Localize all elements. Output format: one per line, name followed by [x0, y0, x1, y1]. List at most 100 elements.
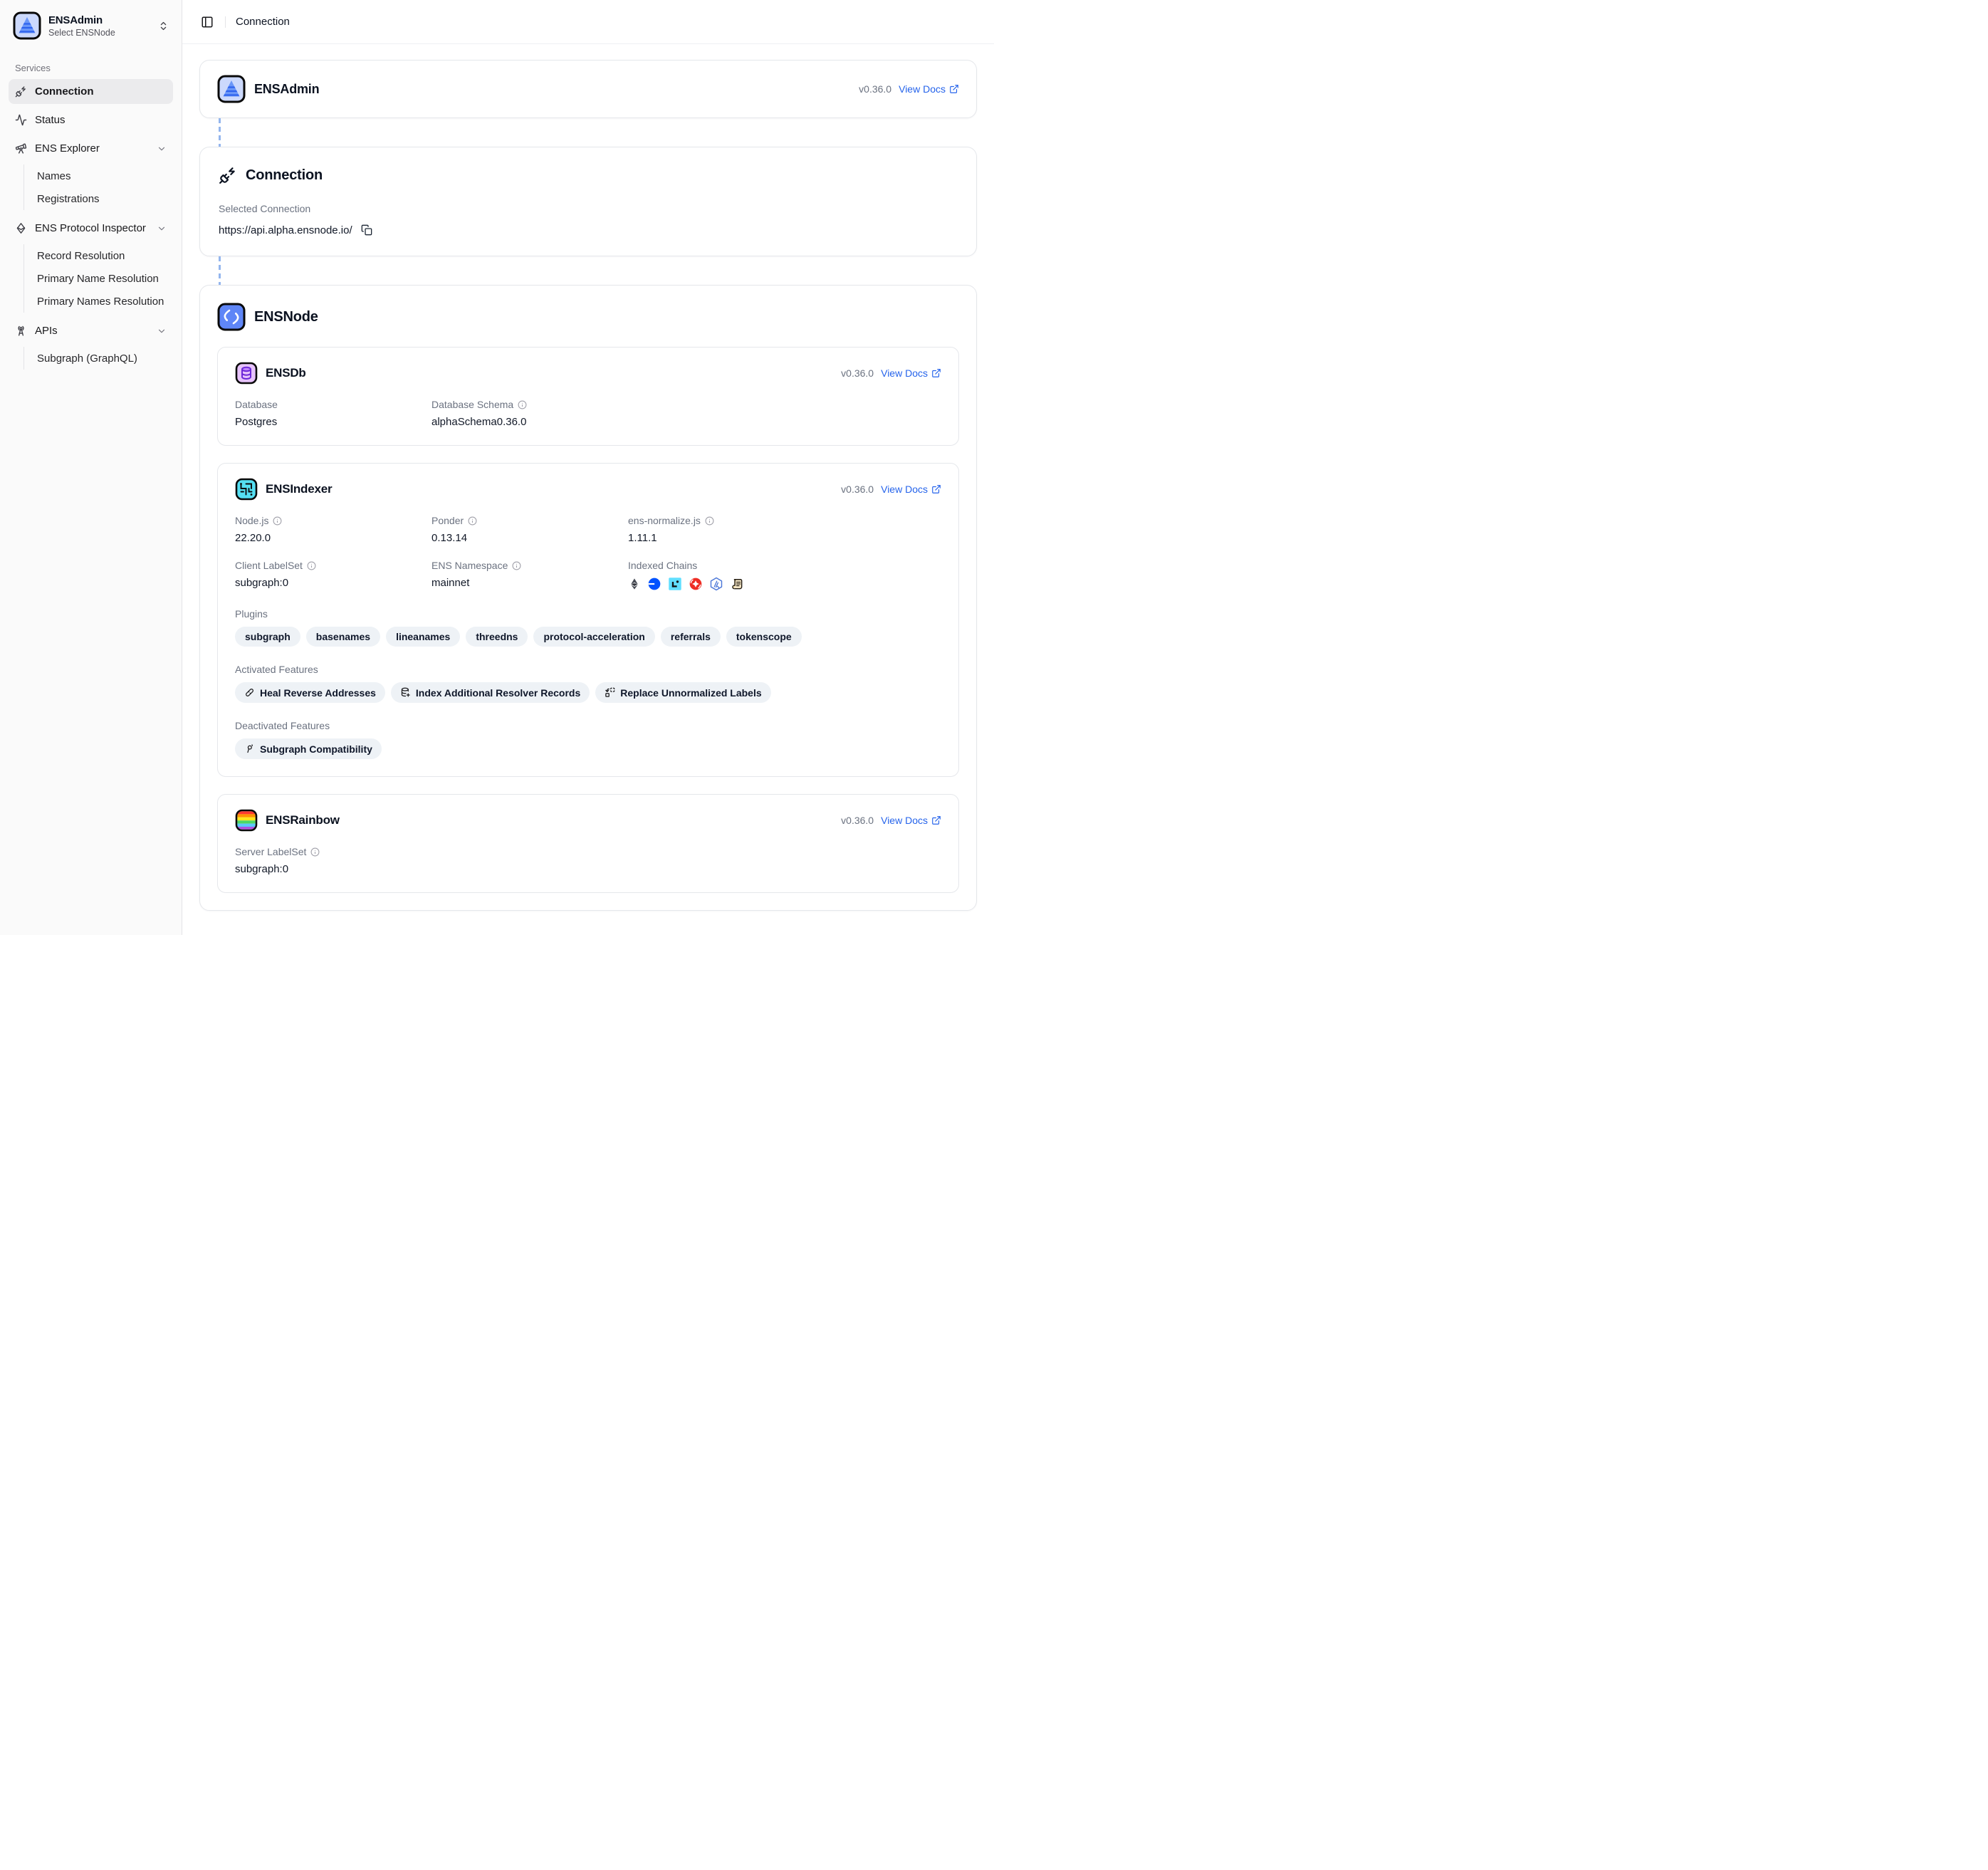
topbar: Connection — [182, 0, 994, 44]
selected-connection-label: Selected Connection — [219, 203, 958, 214]
plugin-badge: referrals — [661, 627, 721, 647]
plugin-badge: subgraph — [235, 627, 300, 647]
chain-base-icon — [647, 577, 661, 591]
sidebar-item-names[interactable]: Names — [24, 164, 173, 187]
view-docs-link[interactable]: View Docs — [899, 83, 959, 95]
external-link-icon — [931, 484, 941, 494]
deactivated-features-label: Deactivated Features — [235, 720, 941, 731]
sidebar-item-label: Connection — [35, 85, 94, 98]
replace-icon — [605, 687, 615, 698]
sidebar-item-label: ENS Explorer — [35, 142, 100, 155]
sidebar-item-record-resolution[interactable]: Record Resolution — [24, 244, 173, 267]
sidebar-item-apis[interactable]: APIs — [9, 318, 173, 343]
sidebar-item-ens-explorer[interactable]: ENS Explorer — [9, 136, 173, 161]
activated-features-label: Activated Features — [235, 664, 941, 675]
card-title: ENSNode — [254, 309, 318, 325]
feature-badge: Subgraph Compatibility — [235, 738, 382, 759]
chain-scroll-icon — [730, 577, 744, 591]
card-title: ENSDb — [266, 366, 306, 380]
sidebar-item-label: Status — [35, 114, 66, 126]
feature-badge: Heal Reverse Addresses — [235, 682, 385, 703]
ensdb-card: ENSDb v0.36.0 View Docs Database Postgre… — [217, 347, 959, 446]
plugin-badge: lineanames — [386, 627, 460, 647]
chain-arbitrum-icon — [709, 577, 723, 591]
view-docs-label: View Docs — [899, 83, 946, 95]
version-badge: v0.36.0 — [841, 367, 874, 379]
chain-icon-list — [628, 577, 941, 591]
plug-zap-icon — [219, 166, 237, 184]
ensadmin-logo — [217, 75, 246, 103]
field-ponder: Ponder 0.13.14 — [431, 515, 628, 544]
ens-explorer-sublist: Names Registrations — [23, 164, 173, 210]
card-title: ENSAdmin — [254, 82, 319, 97]
divider — [225, 16, 226, 28]
chain-linea-icon — [668, 577, 682, 591]
sidebar: ENSAdmin Select ENSNode Services Connect… — [0, 0, 182, 935]
chevrons-up-down-icon — [158, 21, 169, 31]
connector-line — [219, 256, 221, 285]
external-link-icon — [931, 368, 941, 378]
ensrainbow-card: ENSRainbow v0.36.0 View Docs Server Labe… — [217, 794, 959, 893]
plugin-badge: basenames — [306, 627, 380, 647]
app-name: ENSAdmin — [48, 14, 151, 26]
external-link-icon — [931, 815, 941, 825]
sidebar-item-label: ENS Protocol Inspector — [35, 222, 146, 234]
chevron-down-icon — [157, 144, 167, 154]
main-area: Connection ENSAdmin v0.36 — [182, 0, 994, 935]
sidebar-item-status[interactable]: Status — [9, 108, 173, 132]
ens-protocol-inspector-sublist: Record Resolution Primary Name Resolutio… — [23, 244, 173, 313]
field-client-labelset: Client LabelSet subgraph:0 — [235, 560, 431, 591]
field-database-schema: Database Schema alphaSchema0.36.0 — [431, 399, 628, 428]
sidebar-item-label: APIs — [35, 325, 58, 337]
version-badge: v0.36.0 — [841, 484, 874, 495]
external-link-icon — [949, 84, 959, 94]
ensrainbow-logo — [235, 809, 258, 832]
sidebar-toggle-button[interactable] — [199, 14, 215, 30]
connection-url: https://api.alpha.ensnode.io/ — [219, 224, 352, 236]
sidebar-item-subgraph-graphql[interactable]: Subgraph (GraphQL) — [24, 347, 173, 370]
info-icon — [310, 847, 320, 857]
sidebar-item-primary-name-resolution[interactable]: Primary Name Resolution — [24, 267, 173, 290]
plugins-list: subgraph basenames lineanames threedns p… — [235, 627, 941, 647]
view-docs-link[interactable]: View Docs — [881, 367, 941, 379]
field-indexed-chains: Indexed Chains — [628, 560, 941, 591]
view-docs-link[interactable]: View Docs — [881, 484, 941, 495]
card-title: Connection — [246, 167, 323, 184]
chevron-down-icon — [157, 224, 167, 234]
sidebar-item-connection[interactable]: Connection — [9, 79, 173, 104]
card-title: ENSIndexer — [266, 482, 332, 496]
version-badge: v0.36.0 — [841, 815, 874, 826]
sidebar-nav: Connection Status ENS Explorer — [9, 79, 173, 370]
sidebar-item-primary-names-resolution[interactable]: Primary Names Resolution — [24, 290, 173, 313]
sidebar-item-ens-protocol-inspector[interactable]: ENS Protocol Inspector — [9, 216, 173, 241]
connection-card: Connection Selected Connection https://a… — [199, 147, 977, 256]
content: ENSAdmin v0.36.0 View Docs Co — [182, 44, 994, 925]
plugin-badge: tokenscope — [726, 627, 802, 647]
plugin-badge: protocol-acceleration — [533, 627, 654, 647]
sidebar-item-registrations[interactable]: Registrations — [24, 187, 173, 210]
info-icon — [307, 561, 316, 570]
view-docs-label: View Docs — [881, 484, 928, 495]
field-server-labelset: Server LabelSet subgraph:0 — [235, 846, 431, 875]
info-icon — [512, 561, 521, 570]
chevron-down-icon — [157, 326, 167, 336]
plugin-badge: threedns — [466, 627, 528, 647]
ensnode-logo — [217, 303, 246, 331]
bandage-icon — [244, 687, 255, 698]
info-icon — [705, 516, 714, 526]
info-icon — [468, 516, 477, 526]
chain-optimism-icon — [689, 577, 703, 591]
apis-sublist: Subgraph (GraphQL) — [23, 347, 173, 370]
panel-left-icon — [201, 16, 214, 28]
view-docs-label: View Docs — [881, 367, 928, 379]
plugins-label: Plugins — [235, 608, 941, 620]
breadcrumb: Connection — [236, 16, 290, 28]
copy-url-button[interactable] — [360, 223, 374, 237]
field-ens-namespace: ENS Namespace mainnet — [431, 560, 628, 591]
feature-badge: Index Additional Resolver Records — [391, 682, 590, 703]
ensadmin-card: ENSAdmin v0.36.0 View Docs — [199, 60, 977, 118]
ensdb-logo — [235, 362, 258, 385]
ensnode-selector[interactable]: ENSAdmin Select ENSNode — [9, 7, 173, 44]
view-docs-link[interactable]: View Docs — [881, 815, 941, 826]
activated-features-list: Heal Reverse Addresses Index Additional … — [235, 682, 941, 703]
